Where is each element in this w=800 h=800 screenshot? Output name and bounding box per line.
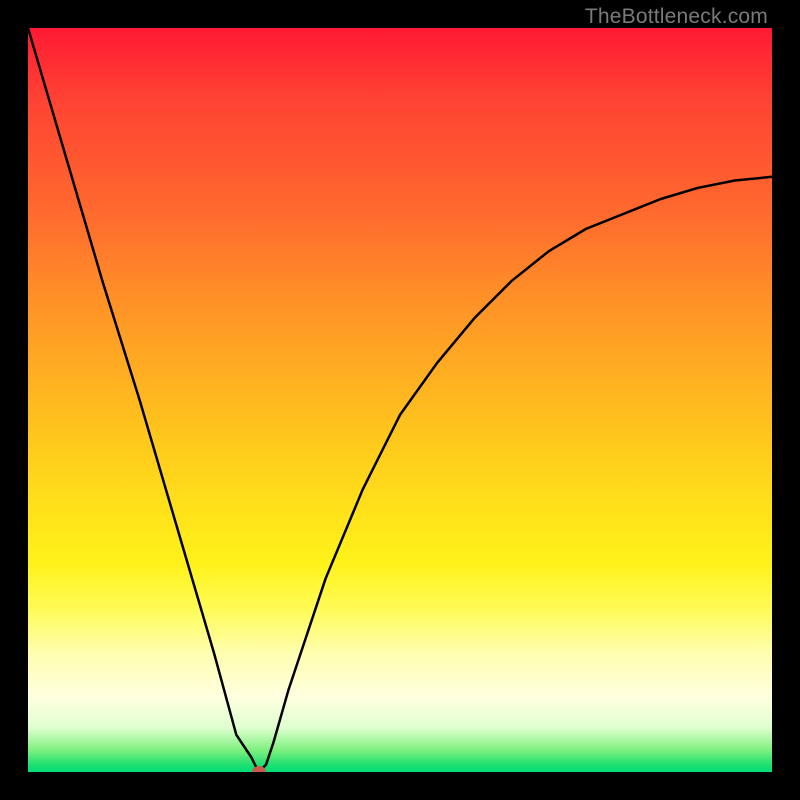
optimal-point-marker [252,766,266,772]
bottleneck-curve [28,28,772,772]
plot-area [28,28,772,772]
chart-frame: TheBottleneck.com [0,0,800,800]
watermark-text: TheBottleneck.com [585,5,768,29]
